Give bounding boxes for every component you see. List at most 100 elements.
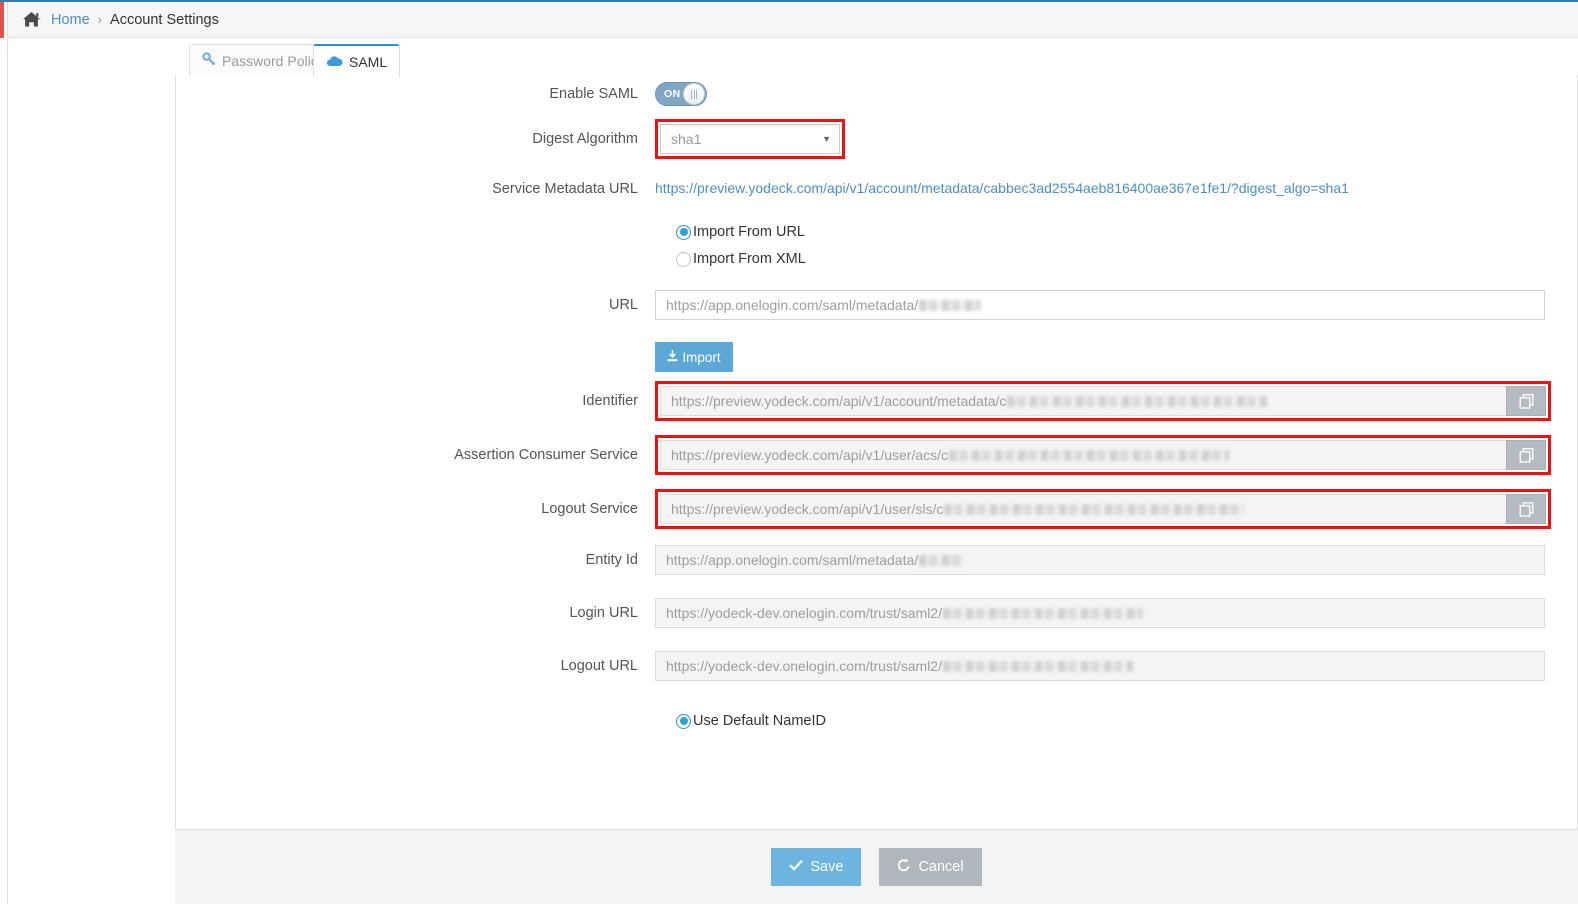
left-divider xyxy=(7,2,8,904)
service-metadata-url-control: https://preview.yodeck.com/api/v1/accoun… xyxy=(655,180,1349,198)
tab-label: SAML xyxy=(349,53,388,70)
assertion-consumer-service-label: Assertion Consumer Service xyxy=(454,447,638,463)
logout-service-copy-button[interactable] xyxy=(1506,494,1546,524)
row-import-from-xml: Import From XML xyxy=(176,244,1578,274)
tab-saml[interactable]: SAML xyxy=(313,44,401,77)
import-from-xml-radio[interactable] xyxy=(676,251,691,267)
login-url-input[interactable]: https://yodeck-dev.onelogin.com/trust/sa… xyxy=(655,598,1545,628)
row-logout-service: Logout Service https://preview.yodeck.co… xyxy=(176,489,1578,529)
row-entity-id: Entity Id https://app.onelogin.com/saml/… xyxy=(176,545,1578,575)
enable-saml-toggle[interactable]: ON xyxy=(655,82,707,106)
url-value: https://app.onelogin.com/saml/metadata/ xyxy=(666,297,919,313)
row-import-button: Import xyxy=(176,342,1578,372)
assertion-consumer-service-highlight: https://preview.yodeck.com/api/v1/user/a… xyxy=(655,435,1551,475)
assertion-consumer-service-input[interactable]: https://preview.yodeck.com/api/v1/user/a… xyxy=(660,440,1506,470)
use-default-nameid-option[interactable]: Use Default NameID xyxy=(676,713,826,729)
breadcrumb-home-link[interactable]: Home xyxy=(51,12,90,28)
service-metadata-url-label: Service Metadata URL xyxy=(492,181,638,197)
entity-id-input[interactable]: https://app.onelogin.com/saml/metadata/ xyxy=(655,545,1545,575)
left-red-accent xyxy=(0,2,4,38)
import-from-url-radio[interactable] xyxy=(676,224,691,240)
logout-url-label: Logout URL xyxy=(560,658,638,674)
key-icon xyxy=(202,52,216,69)
copy-icon xyxy=(1519,393,1533,409)
use-default-nameid-radio-line[interactable]: Use Default NameID xyxy=(676,713,826,729)
redacted-text xyxy=(949,449,1230,461)
breadcrumb: Home › Account Settings xyxy=(8,2,1578,38)
import-button[interactable]: Import xyxy=(655,342,733,372)
save-button-label: Save xyxy=(810,859,844,875)
assertion-consumer-service-control: https://preview.yodeck.com/api/v1/user/a… xyxy=(655,435,1551,475)
identifier-highlight: https://preview.yodeck.com/api/v1/accoun… xyxy=(655,381,1551,421)
tab-label: Password Policy xyxy=(222,52,325,69)
toggle-knob[interactable] xyxy=(683,83,705,105)
cancel-button[interactable]: Cancel xyxy=(879,848,982,886)
logout-service-input-group: https://preview.yodeck.com/api/v1/user/s… xyxy=(660,494,1546,524)
import-from-url-label: Import From URL xyxy=(693,224,805,240)
logout-service-label: Logout Service xyxy=(541,501,638,517)
digest-algorithm-highlight: sha1 ▼ xyxy=(655,119,845,159)
row-digest-algorithm: Digest Algorithm sha1 ▼ xyxy=(176,119,1578,159)
url-control: https://app.onelogin.com/saml/metadata/ xyxy=(655,290,1545,320)
redacted-text xyxy=(944,503,1245,515)
entity-id-control: https://app.onelogin.com/saml/metadata/ xyxy=(655,545,1545,575)
assertion-consumer-service-copy-button[interactable] xyxy=(1506,440,1546,470)
logout-service-control: https://preview.yodeck.com/api/v1/user/s… xyxy=(655,489,1551,529)
use-default-nameid-radio[interactable] xyxy=(676,713,691,729)
row-assertion-consumer-service: Assertion Consumer Service https://previ… xyxy=(176,435,1578,475)
form-footer: Save Cancel xyxy=(175,830,1578,904)
assertion-consumer-service-input-group: https://preview.yodeck.com/api/v1/user/a… xyxy=(660,440,1546,470)
home-icon[interactable] xyxy=(22,11,41,28)
import-from-url-option[interactable]: Import From URL xyxy=(676,224,805,240)
row-enable-saml: Enable SAML ON xyxy=(176,79,1578,109)
import-from-xml-label: Import From XML xyxy=(693,251,806,267)
digest-algorithm-label: Digest Algorithm xyxy=(532,131,638,147)
identifier-control: https://preview.yodeck.com/api/v1/accoun… xyxy=(655,381,1551,421)
logout-service-value: https://preview.yodeck.com/api/v1/user/s… xyxy=(671,501,944,517)
row-service-metadata-url: Service Metadata URL https://preview.yod… xyxy=(176,174,1578,204)
redacted-text xyxy=(942,607,1143,619)
login-url-value: https://yodeck-dev.onelogin.com/trust/sa… xyxy=(666,605,942,621)
row-login-url: Login URL https://yodeck-dev.onelogin.co… xyxy=(176,598,1578,628)
assertion-consumer-service-value: https://preview.yodeck.com/api/v1/user/a… xyxy=(671,447,949,463)
url-label: URL xyxy=(608,297,638,313)
service-metadata-url-link[interactable]: https://preview.yodeck.com/api/v1/accoun… xyxy=(655,180,1349,196)
download-icon xyxy=(667,349,678,365)
redacted-text xyxy=(919,299,982,311)
saml-settings-panel: Enable SAML ON Digest Algorithm sha1 ▼ S… xyxy=(175,75,1578,830)
identifier-input-group: https://preview.yodeck.com/api/v1/accoun… xyxy=(660,386,1546,416)
undo-icon xyxy=(897,858,911,876)
digest-algorithm-select[interactable]: sha1 ▼ xyxy=(660,124,840,154)
login-url-label: Login URL xyxy=(569,605,638,621)
import-from-url-radio-line[interactable]: Import From URL xyxy=(676,224,805,240)
identifier-label: Identifier xyxy=(582,393,638,409)
url-input[interactable]: https://app.onelogin.com/saml/metadata/ xyxy=(655,290,1545,320)
redacted-text xyxy=(919,554,966,566)
identifier-value: https://preview.yodeck.com/api/v1/accoun… xyxy=(671,393,1007,409)
redacted-text xyxy=(1007,395,1268,407)
logout-url-control: https://yodeck-dev.onelogin.com/trust/sa… xyxy=(655,651,1545,681)
cloud-icon xyxy=(326,54,343,70)
identifier-input[interactable]: https://preview.yodeck.com/api/v1/accoun… xyxy=(660,386,1506,416)
import-button-label: Import xyxy=(682,349,721,365)
row-url: URL https://app.onelogin.com/saml/metada… xyxy=(176,290,1578,320)
logout-url-input[interactable]: https://yodeck-dev.onelogin.com/trust/sa… xyxy=(655,651,1545,681)
redacted-text xyxy=(942,660,1133,672)
breadcrumb-current-page: Account Settings xyxy=(110,11,219,28)
cancel-button-label: Cancel xyxy=(918,859,964,875)
copy-icon xyxy=(1519,501,1533,517)
entity-id-label: Entity Id xyxy=(585,552,638,568)
logout-service-input[interactable]: https://preview.yodeck.com/api/v1/user/s… xyxy=(660,494,1506,524)
use-default-nameid-label: Use Default NameID xyxy=(693,713,826,729)
row-use-default-nameid: Use Default NameID xyxy=(176,706,1578,736)
digest-algorithm-control: sha1 ▼ xyxy=(655,119,845,159)
import-from-xml-radio-line[interactable]: Import From XML xyxy=(676,251,806,267)
save-button[interactable]: Save xyxy=(771,848,862,886)
login-url-control: https://yodeck-dev.onelogin.com/trust/sa… xyxy=(655,598,1545,628)
check-icon xyxy=(789,859,804,875)
identifier-copy-button[interactable] xyxy=(1506,386,1546,416)
digest-algorithm-value: sha1 xyxy=(671,131,702,147)
import-from-xml-option[interactable]: Import From XML xyxy=(676,251,806,267)
row-logout-url: Logout URL https://yodeck-dev.onelogin.c… xyxy=(176,651,1578,681)
enable-saml-control: ON xyxy=(655,82,707,106)
